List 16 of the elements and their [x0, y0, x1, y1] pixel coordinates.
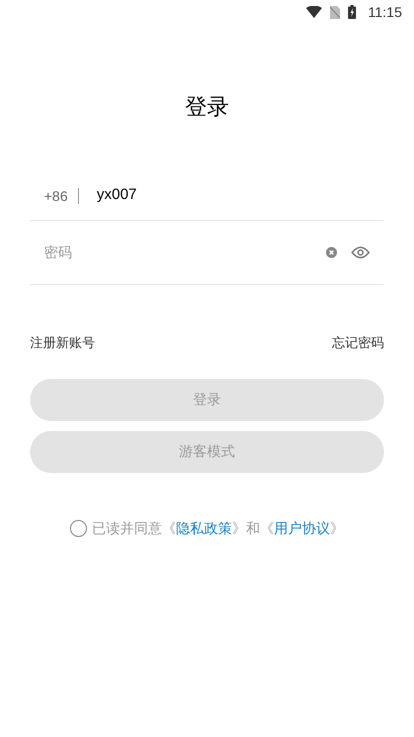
- text-link[interactable]: 忘记密码: [332, 333, 384, 352]
- country-code[interactable]: +86: [30, 188, 79, 204]
- phone-input[interactable]: yx007: [96, 184, 384, 207]
- no-sim-icon: [330, 6, 340, 18]
- eye-icon[interactable]: [351, 246, 370, 259]
- policy-link[interactable]: 隐私政策: [176, 520, 232, 536]
- status-time: 11:15: [368, 2, 402, 22]
- battery-icon: [348, 5, 356, 19]
- agree-checkbox[interactable]: [70, 520, 87, 536]
- password-field[interactable]: 密码: [30, 242, 326, 263]
- page-title: 登录: [185, 93, 229, 121]
- agreement-text: 已读并同意《隐私政策》和《用户协议》: [92, 518, 344, 538]
- text-link[interactable]: 注册新账号: [30, 333, 95, 352]
- clear-icon[interactable]: [326, 247, 337, 258]
- wifi-icon: [306, 6, 322, 18]
- policy-link[interactable]: 用户协议: [274, 520, 330, 536]
